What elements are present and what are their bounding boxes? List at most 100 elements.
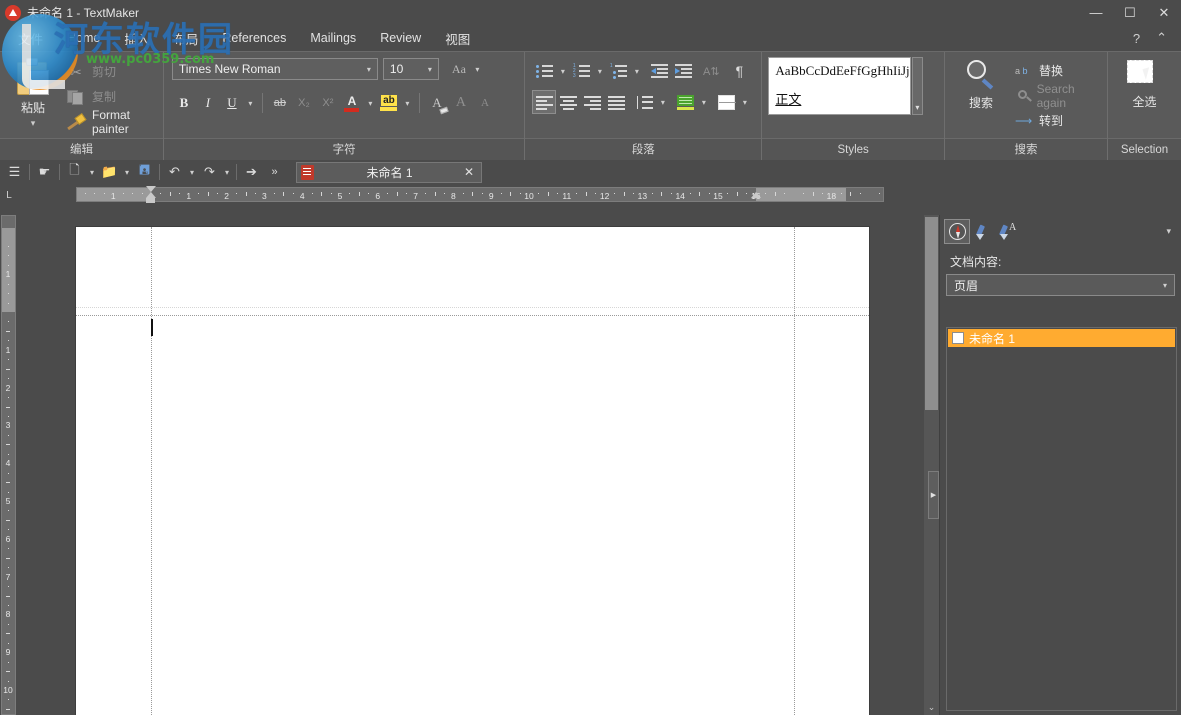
touch-mode-icon[interactable]: ☛ <box>33 161 56 183</box>
pen-text-button[interactable]: A <box>996 219 1022 244</box>
help-icon[interactable]: ? <box>1125 31 1148 46</box>
redo-icon[interactable]: ↷ <box>198 161 221 183</box>
new-document-icon[interactable]: 🗋 <box>63 161 86 183</box>
menu-references[interactable]: References <box>210 28 298 48</box>
collapse-ribbon-icon[interactable]: ⌃ <box>1148 30 1175 46</box>
ruler-tick-mark <box>595 193 596 194</box>
save-icon[interactable]: 🖪 <box>133 161 156 183</box>
menu-file[interactable]: 文件 <box>6 26 55 51</box>
pen-edit-button[interactable] <box>970 219 996 244</box>
copy-button[interactable]: 复制 <box>61 84 158 109</box>
menu-view[interactable]: 视图 <box>433 26 482 51</box>
undo-caret-icon[interactable]: ▾ <box>186 161 198 183</box>
new-document-caret-icon[interactable]: ▾ <box>86 161 98 183</box>
font-size-combo[interactable]: 10 ▾ <box>383 58 439 80</box>
search-button[interactable]: 搜索 <box>950 56 1012 111</box>
menu-home[interactable]: Home <box>55 28 112 48</box>
hamburger-menu-icon[interactable]: ☰ <box>3 161 26 183</box>
multilevel-list-button[interactable]: 1 <box>606 59 630 83</box>
chevron-down-icon[interactable]: ▾ <box>31 118 36 129</box>
vertical-ruler[interactable]: 112345678910 <box>1 215 18 715</box>
vertical-scrollbar[interactable]: ⌄ <box>924 215 939 715</box>
borders-caret-icon[interactable]: ▾ <box>738 90 751 114</box>
font-color-button[interactable]: A <box>340 91 364 115</box>
strikethrough-button[interactable]: ab <box>268 91 292 115</box>
close-button[interactable]: ✕ <box>1147 0 1181 25</box>
close-icon[interactable]: ✕ <box>461 165 477 179</box>
select-all-button[interactable]: 全选 <box>1113 56 1176 110</box>
superscript-button[interactable]: X² <box>316 91 340 115</box>
menu-mailings[interactable]: Mailings <box>298 28 368 48</box>
horizontal-ruler[interactable]: 11234567891011121314151618 <box>76 187 884 204</box>
overflow-icon[interactable]: » <box>263 161 286 183</box>
shrink-font-button[interactable]: A <box>473 91 497 115</box>
maximize-button[interactable]: ☐ <box>1113 0 1147 25</box>
menu-insert[interactable]: 插入 <box>112 26 161 51</box>
undo-icon[interactable]: ↶ <box>163 161 186 183</box>
menu-layout[interactable]: 布局 <box>161 26 210 51</box>
sort-button[interactable]: A⇅ <box>699 59 723 83</box>
clear-formatting-button[interactable]: A <box>425 91 449 115</box>
borders-button[interactable] <box>714 90 738 114</box>
bullets-button[interactable] <box>532 59 556 83</box>
scrollbar-thumb[interactable] <box>925 217 938 410</box>
sidebar-collapse-handle[interactable]: ▶ <box>928 471 939 519</box>
scroll-down-arrow-icon[interactable]: ⌄ <box>924 702 939 713</box>
pointer-icon[interactable]: ➔ <box>240 161 263 183</box>
left-indent-marker[interactable] <box>146 198 155 203</box>
highlight-button[interactable]: ab <box>377 91 401 115</box>
open-caret-icon[interactable]: ▾ <box>121 161 133 183</box>
menu-review[interactable]: Review <box>368 28 433 48</box>
redo-caret-icon[interactable]: ▾ <box>221 161 233 183</box>
change-case-caret-icon[interactable]: ▾ <box>471 57 484 81</box>
line-spacing-button[interactable] <box>632 90 656 114</box>
underline-button[interactable]: U <box>220 91 244 115</box>
grow-font-button[interactable]: A <box>449 91 473 115</box>
numbering-button[interactable]: 123 <box>569 59 593 83</box>
document-page[interactable] <box>76 227 869 715</box>
open-folder-icon[interactable]: 📁 <box>98 161 121 183</box>
shading-button[interactable] <box>673 90 697 114</box>
styles-gallery[interactable]: AaBbCcDdEeFfGgHhIiJj 正文 <box>768 57 911 115</box>
sidebar-menu-caret-icon[interactable]: ▾ <box>1160 226 1177 237</box>
minimize-button[interactable]: — <box>1079 0 1113 25</box>
font-name-combo[interactable]: Times New Roman ▾ <box>172 58 378 80</box>
font-color-caret-icon[interactable]: ▾ <box>364 91 377 115</box>
multilevel-caret-icon[interactable]: ▾ <box>630 59 643 83</box>
document-content-list[interactable]: 未命名 1 <box>946 327 1177 711</box>
subscript-button[interactable]: X₂ <box>292 91 316 115</box>
highlight-caret-icon[interactable]: ▾ <box>401 91 414 115</box>
chevron-down-icon[interactable]: ▾ <box>915 103 919 112</box>
change-case-button[interactable]: Aa <box>447 57 471 81</box>
item-checkbox[interactable] <box>952 332 964 344</box>
cut-button[interactable]: ✂ 剪切 <box>61 59 158 84</box>
list-item[interactable]: 未命名 1 <box>948 329 1175 347</box>
goto-button[interactable]: ⟶ 转到 <box>1012 108 1102 133</box>
underline-caret-icon[interactable]: ▾ <box>244 91 257 115</box>
sort-az-icon: A⇅ <box>703 65 720 78</box>
document-content-selector[interactable]: 页眉 ▾ <box>946 274 1175 296</box>
replace-button[interactable]: a b 替换 <box>1012 58 1102 83</box>
right-indent-marker[interactable] <box>751 192 761 198</box>
align-right-button[interactable] <box>580 90 604 114</box>
navigator-tab-button[interactable] <box>944 219 970 244</box>
show-marks-button[interactable]: ¶ <box>727 59 751 83</box>
numbering-caret-icon[interactable]: ▾ <box>593 59 606 83</box>
align-center-button[interactable] <box>556 90 580 114</box>
increase-indent-button[interactable] <box>671 59 695 83</box>
document-tab[interactable]: 未命名 1 ✕ <box>296 162 482 183</box>
bullets-caret-icon[interactable]: ▾ <box>556 59 569 83</box>
paste-button[interactable]: 粘贴 ▾ <box>5 56 61 129</box>
decrease-indent-button[interactable] <box>647 59 671 83</box>
shading-caret-icon[interactable]: ▾ <box>697 90 710 114</box>
italic-button[interactable]: I <box>196 91 220 115</box>
align-left-button[interactable] <box>532 90 556 114</box>
styles-scrollbar[interactable]: ▾ <box>912 57 923 115</box>
search-again-button[interactable]: Search again <box>1012 83 1102 108</box>
format-painter-button[interactable]: Format painter <box>61 109 158 134</box>
bold-button[interactable]: B <box>172 91 196 115</box>
justify-button[interactable] <box>604 90 628 114</box>
line-spacing-caret-icon[interactable]: ▾ <box>656 90 669 114</box>
document-scroll-area[interactable]: ⌄ ▶ <box>18 215 939 715</box>
tab-stop-selector[interactable]: L <box>0 184 18 206</box>
